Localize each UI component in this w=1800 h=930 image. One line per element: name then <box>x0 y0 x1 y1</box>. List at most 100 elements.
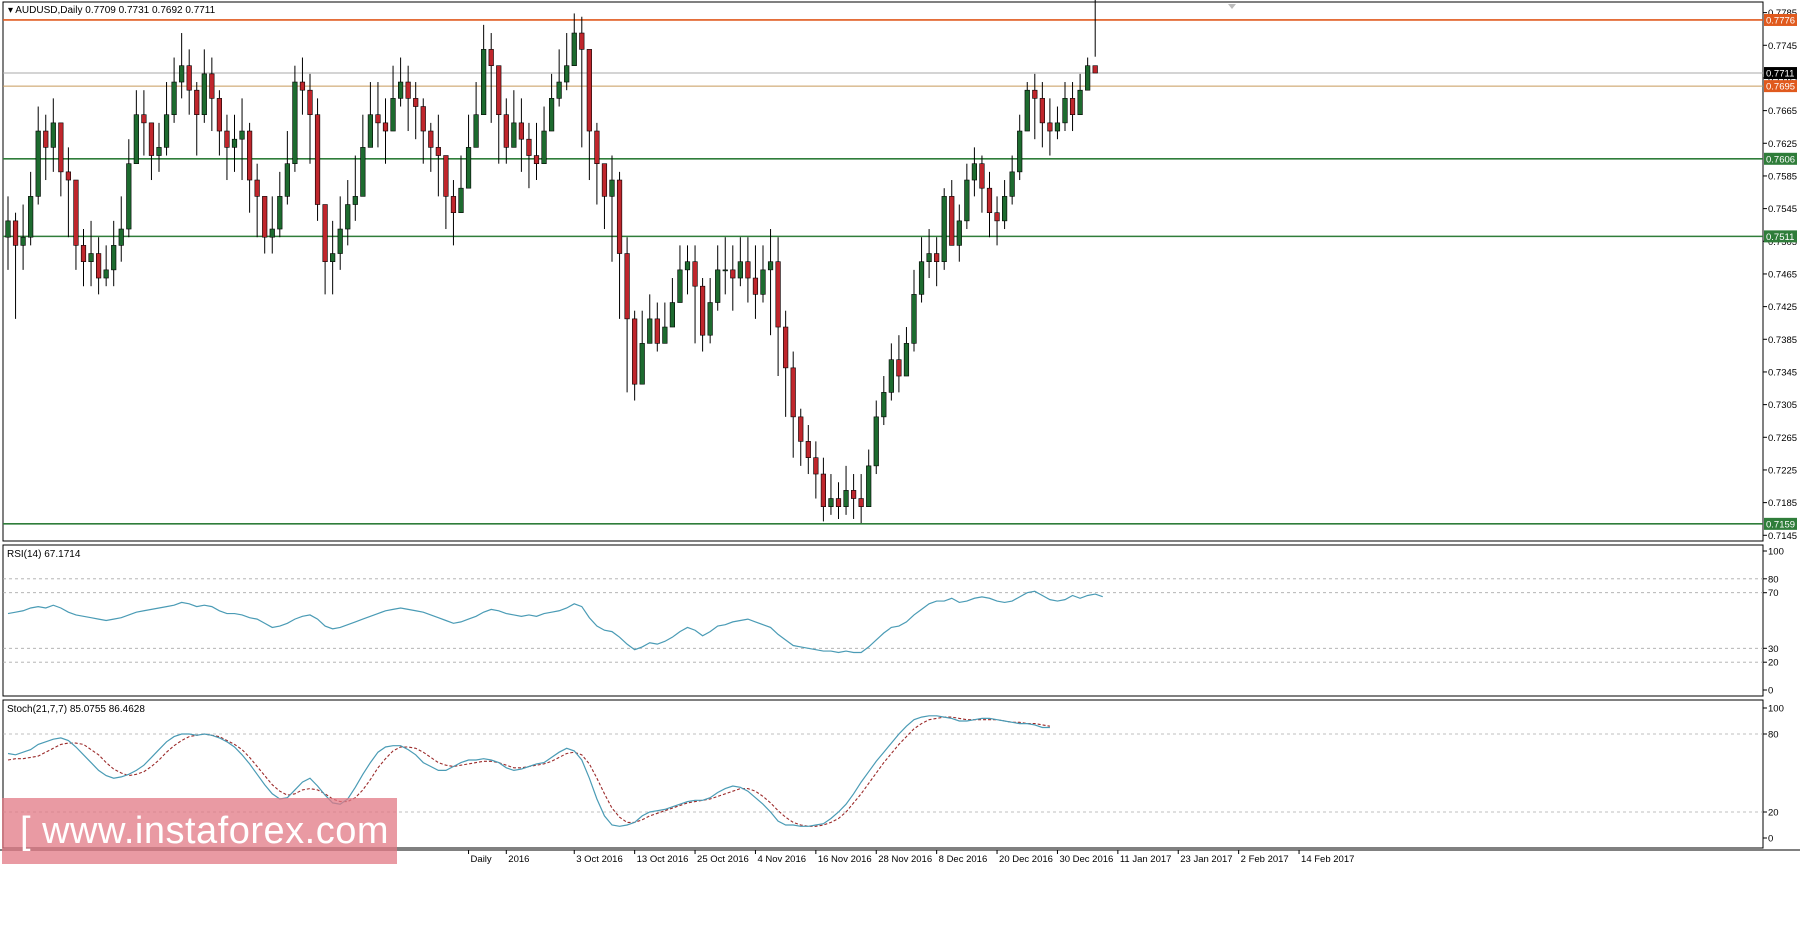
price-tick-label: 0.7465 <box>1768 269 1797 280</box>
time-tick-label: 20 Dec 2016 <box>999 854 1053 865</box>
candle-body <box>262 196 268 238</box>
time-tick-label: Daily <box>471 854 492 865</box>
rsi-pane <box>2 544 1764 697</box>
watermark: [ www.instaforex.com ] <box>2 798 397 918</box>
time-tick-label: 25 Oct 2016 <box>697 854 749 865</box>
candle-body <box>43 130 49 148</box>
candle-body <box>443 155 449 197</box>
candle-body <box>828 498 834 507</box>
candle-body <box>941 196 947 263</box>
candle-body <box>1001 196 1008 222</box>
candle-body <box>737 261 743 279</box>
candle-body <box>458 187 464 213</box>
candle-body <box>80 245 87 263</box>
candle-body <box>601 163 608 197</box>
candle-body <box>382 122 389 132</box>
rsi-tick-label: 30 <box>1768 644 1779 655</box>
candle-body <box>926 253 932 263</box>
candle-body <box>526 138 532 156</box>
candle-body <box>548 98 555 132</box>
candle-body <box>254 179 260 197</box>
candle-body <box>1017 130 1023 173</box>
rsi-tick-label: 100 <box>1768 547 1784 558</box>
candle-body <box>179 65 185 83</box>
rsi-tick-label: 70 <box>1768 588 1779 599</box>
candle-body <box>730 269 736 279</box>
rsi-label: RSI(14) 67.1714 <box>7 549 81 560</box>
candle-body <box>677 269 683 303</box>
time-tick-label: 28 Nov 2016 <box>878 854 932 865</box>
candle-body <box>58 122 64 173</box>
candle-body <box>1085 65 1091 91</box>
candle-body <box>330 253 336 263</box>
candle-body <box>994 212 1000 222</box>
candle-body <box>1092 65 1098 74</box>
candle-body <box>903 343 910 377</box>
candle-body <box>216 98 223 132</box>
candle-body <box>28 196 34 238</box>
candle-body <box>866 465 872 508</box>
stoch-tick-label: 80 <box>1768 730 1779 741</box>
time-tick-label: 14 Feb 2017 <box>1301 854 1354 865</box>
candle-body <box>156 147 162 156</box>
candle-body <box>790 367 796 418</box>
candle-body <box>360 147 366 197</box>
candle-body <box>12 220 19 246</box>
candle-body <box>496 65 502 115</box>
candle-body <box>699 285 706 336</box>
chart-canvas[interactable]: 0.77850.77450.77050.76650.76250.75850.75… <box>0 0 1800 868</box>
candle-body <box>760 269 766 295</box>
candle-body <box>1047 122 1053 132</box>
price-tick-label: 0.7225 <box>1768 465 1797 476</box>
candle-body <box>269 228 275 238</box>
candle-body <box>194 89 200 115</box>
time-tick-label: 23 Jan 2017 <box>1180 854 1232 865</box>
level-tag-0.7511: 0.7511 <box>1766 232 1794 243</box>
price-tick-label: 0.7425 <box>1768 302 1797 313</box>
price-tick-label: 0.7185 <box>1768 498 1797 509</box>
candle-body <box>511 122 517 148</box>
candle-body <box>20 236 26 246</box>
candle-body <box>669 302 675 328</box>
candle-body <box>1039 98 1045 124</box>
candle-body <box>247 130 253 181</box>
rsi-tick-label: 80 <box>1768 574 1779 585</box>
candle-body <box>722 269 728 272</box>
candle-body <box>911 294 917 344</box>
candle-body <box>1032 89 1038 99</box>
candle-body <box>126 163 132 230</box>
candle-body <box>73 179 79 246</box>
candle-body <box>277 196 283 230</box>
price-tick-label: 0.7385 <box>1768 335 1797 346</box>
candle-body <box>647 318 653 344</box>
candle-body <box>488 49 494 66</box>
candle-body <box>420 106 426 132</box>
candle-body <box>148 122 155 156</box>
candle-body <box>1009 171 1015 197</box>
candle-body <box>518 122 524 140</box>
time-tick-label: 3 Oct 2016 <box>576 854 622 865</box>
candle-body <box>314 114 321 205</box>
candle-body <box>858 498 864 507</box>
candle-body <box>752 277 759 295</box>
candle-body <box>337 228 343 254</box>
candle <box>941 188 947 270</box>
level-tag-0.7711: 0.7711 <box>1766 69 1794 80</box>
candle-body <box>632 318 638 385</box>
time-tick-label: 2016 <box>508 854 529 865</box>
candle-body <box>133 114 139 164</box>
candle-body <box>715 269 721 303</box>
candle-body <box>503 114 509 148</box>
candle-body <box>888 359 894 393</box>
level-tag-0.7776: 0.7776 <box>1766 15 1795 26</box>
candle-body <box>1069 98 1076 116</box>
candle-body <box>450 196 457 214</box>
candle-body <box>284 163 290 197</box>
candle-body <box>352 196 358 205</box>
chart-title: ▾ AUDUSD,Daily 0.7709 0.7731 0.7692 0.77… <box>8 5 216 16</box>
price-tick-label: 0.7665 <box>1768 106 1797 117</box>
candle-body <box>209 73 215 99</box>
candle-body <box>767 261 774 271</box>
candle-body <box>813 457 819 475</box>
candle-body <box>662 326 668 344</box>
